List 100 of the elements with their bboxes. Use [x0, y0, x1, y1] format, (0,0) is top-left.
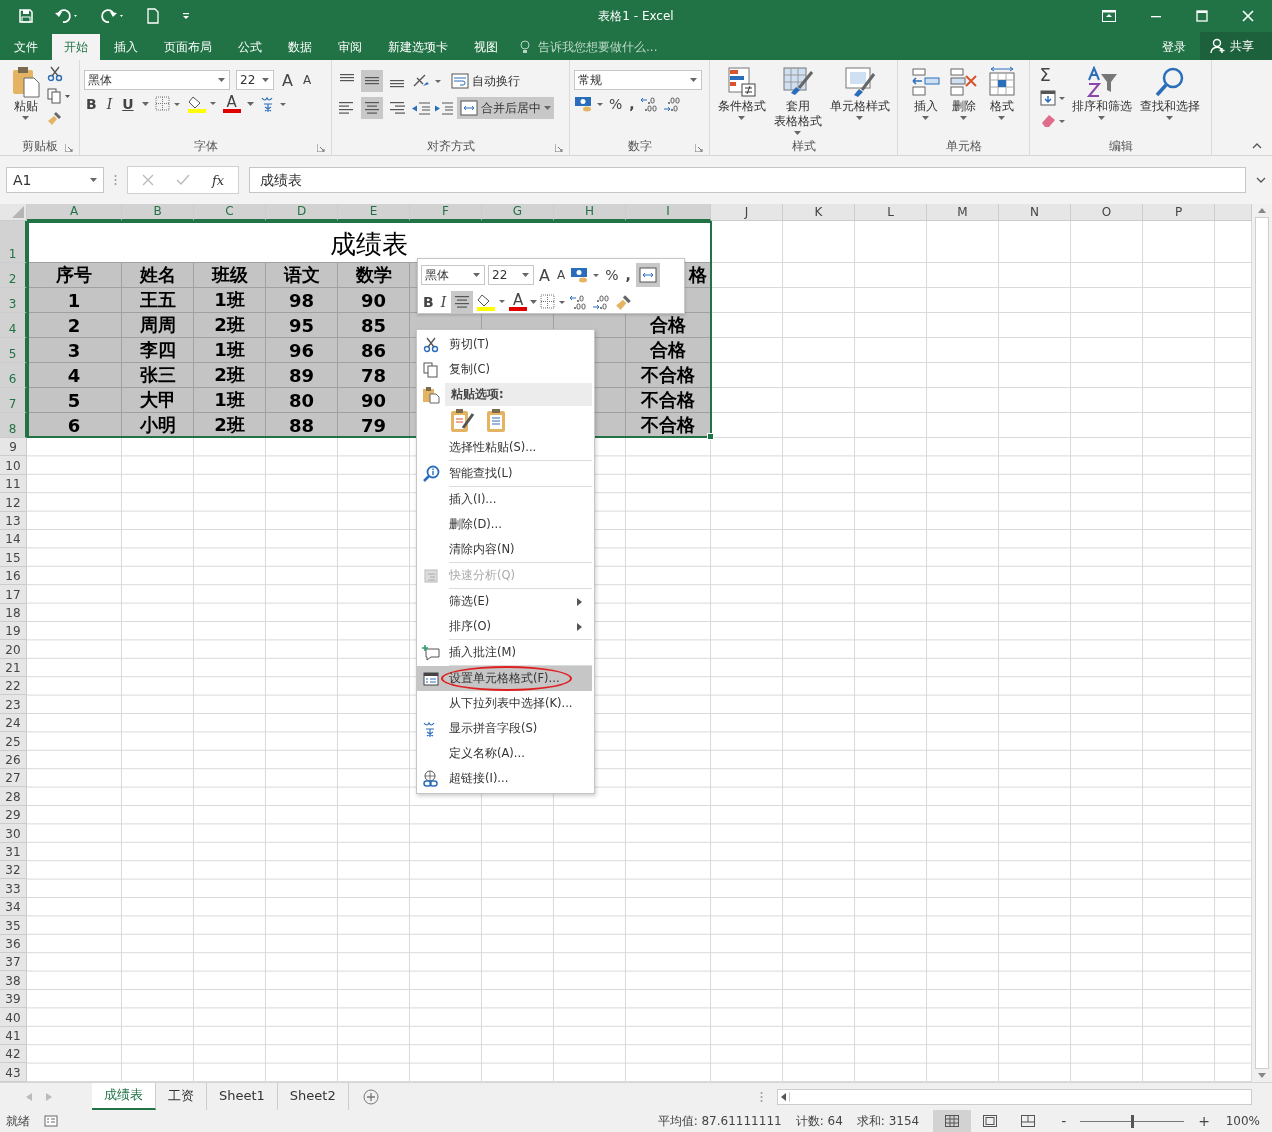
- row-header[interactable]: 28: [0, 787, 27, 806]
- italic-button[interactable]: I: [438, 294, 449, 310]
- borders-icon[interactable]: [154, 96, 181, 112]
- row-header[interactable]: 20: [0, 640, 27, 659]
- row-header[interactable]: 35: [0, 916, 27, 935]
- font-size-field[interactable]: 22: [488, 265, 534, 285]
- font-color-button[interactable]: A: [509, 293, 528, 311]
- menu-item[interactable]: 删除(D)...: [445, 512, 592, 537]
- wrap-text-button[interactable]: 自动换行: [448, 70, 523, 92]
- tell-me-field[interactable]: 告诉我您想要做什么...: [536, 39, 690, 55]
- ribbon-tab[interactable]: 审阅: [326, 34, 374, 60]
- menu-item[interactable]: 复制(C): [445, 357, 592, 382]
- fill-color-icon[interactable]: [476, 293, 507, 311]
- row-header[interactable]: 9: [0, 438, 27, 457]
- ribbon-tab[interactable]: 文件: [2, 34, 50, 60]
- dialog-launcher-icon[interactable]: [695, 144, 703, 152]
- expand-icon[interactable]: [1256, 177, 1266, 183]
- sign-in-link[interactable]: 登录: [1148, 34, 1200, 60]
- column-header[interactable]: I: [626, 204, 711, 221]
- row-header[interactable]: 40: [0, 1008, 27, 1027]
- name-box[interactable]: A1: [6, 167, 104, 193]
- cells-button[interactable]: 格式: [984, 64, 1019, 122]
- dialog-launcher-icon[interactable]: [555, 144, 563, 152]
- underline-button[interactable]: U: [120, 96, 136, 112]
- autosum-button[interactable]: Σ: [1039, 66, 1066, 84]
- ribbon-tab[interactable]: 页面布局: [152, 34, 224, 60]
- fill-color-icon[interactable]: [186, 95, 217, 113]
- column-header[interactable]: P: [1143, 204, 1215, 221]
- paste-values-icon[interactable]: [485, 408, 507, 434]
- undo-icon[interactable]: [54, 8, 80, 24]
- paste-button[interactable]: 粘贴: [8, 64, 43, 122]
- row-header[interactable]: 4: [0, 313, 27, 338]
- font-size-field[interactable]: 22: [236, 70, 274, 90]
- menu-item[interactable]: 显示拼音字段(S): [445, 716, 592, 741]
- column-header[interactable]: D: [266, 204, 338, 221]
- scroll-down-icon[interactable]: [1258, 1073, 1266, 1078]
- grow-font-button[interactable]: A: [280, 70, 295, 90]
- menu-item[interactable]: 智能查找(L): [445, 461, 592, 486]
- font-name-field[interactable]: 黑体: [421, 265, 485, 285]
- row-header[interactable]: 33: [0, 879, 27, 898]
- view-button[interactable]: [933, 1110, 972, 1132]
- column-header[interactable]: L: [855, 204, 927, 221]
- horizontal-scrollbar[interactable]: [777, 1088, 1252, 1105]
- format-painter-icon[interactable]: [46, 110, 63, 126]
- formula-field[interactable]: 成绩表: [249, 167, 1246, 193]
- maximize-icon[interactable]: [1196, 10, 1208, 22]
- zoom-in-button[interactable]: +: [1198, 1113, 1210, 1129]
- row-header[interactable]: 7: [0, 388, 27, 413]
- vertical-align-icon[interactable]: [361, 70, 383, 92]
- dialog-launcher-icon[interactable]: [65, 144, 73, 152]
- style-button[interactable]: 套用 表格格式: [771, 64, 824, 137]
- column-header[interactable]: C: [194, 204, 266, 221]
- scroll-left-icon[interactable]: [781, 1092, 786, 1101]
- comma-button[interactable]: ,: [627, 96, 637, 112]
- column-header[interactable]: G: [482, 204, 554, 221]
- ribbon-tab[interactable]: 新建选项卡: [376, 34, 460, 60]
- row-header[interactable]: 6: [0, 363, 27, 388]
- dialog-launcher-icon[interactable]: [317, 144, 325, 152]
- row-header[interactable]: 22: [0, 677, 27, 696]
- insert-function-button[interactable]: fx: [212, 172, 225, 188]
- menu-item[interactable]: 超链接(I)...: [445, 766, 592, 791]
- row-header[interactable]: 43: [0, 1063, 27, 1082]
- menu-item[interactable]: 定义名称(A)...: [445, 741, 592, 766]
- grow-font-button[interactable]: A: [537, 265, 552, 285]
- column-header[interactable]: J: [711, 204, 783, 221]
- customize-icon[interactable]: [180, 10, 192, 22]
- row-header[interactable]: 2: [0, 263, 27, 288]
- scroll-up-icon[interactable]: [1258, 208, 1266, 213]
- percent-button[interactable]: %: [607, 96, 625, 112]
- copy-icon[interactable]: [46, 88, 71, 104]
- column-header[interactable]: M: [927, 204, 999, 221]
- comma-button[interactable]: ,: [623, 267, 633, 283]
- menu-item[interactable]: 清除内容(N): [445, 537, 592, 562]
- eraser-icon[interactable]: [1039, 112, 1066, 128]
- column-header[interactable]: H: [554, 204, 626, 221]
- menu-item[interactable]: 插入批注(M): [445, 640, 592, 665]
- share-button[interactable]: 共享: [1200, 32, 1272, 60]
- editing-button[interactable]: 查找和选择: [1137, 64, 1202, 122]
- menu-item[interactable]: 设置单元格格式(F)...: [441, 666, 572, 691]
- scissors-icon[interactable]: [46, 66, 63, 82]
- font-color-button[interactable]: A: [222, 95, 241, 113]
- row-header[interactable]: 5: [0, 338, 27, 363]
- shrink-font-button[interactable]: A: [554, 268, 568, 282]
- column-header[interactable]: O: [1071, 204, 1143, 221]
- currency-icon[interactable]: [574, 95, 604, 113]
- row-header[interactable]: 1: [0, 221, 27, 263]
- ribbon-display-icon[interactable]: [1102, 10, 1116, 22]
- close-icon[interactable]: [1242, 10, 1254, 22]
- collapse-ribbon-icon[interactable]: [1252, 143, 1262, 149]
- fill-down-icon[interactable]: [1039, 90, 1066, 106]
- row-header[interactable]: 23: [0, 695, 27, 714]
- row-header[interactable]: 27: [0, 769, 27, 788]
- menu-item[interactable]: 选择性粘贴(S)...: [445, 435, 592, 460]
- column-header[interactable]: A: [27, 204, 122, 221]
- row-header[interactable]: 8: [0, 413, 27, 438]
- font-name-field[interactable]: 黑体: [84, 70, 230, 90]
- cells-button[interactable]: 插入: [908, 64, 943, 122]
- row-header[interactable]: 30: [0, 824, 27, 843]
- ribbon-tab[interactable]: 开始: [52, 34, 100, 60]
- bold-button[interactable]: B: [421, 294, 436, 310]
